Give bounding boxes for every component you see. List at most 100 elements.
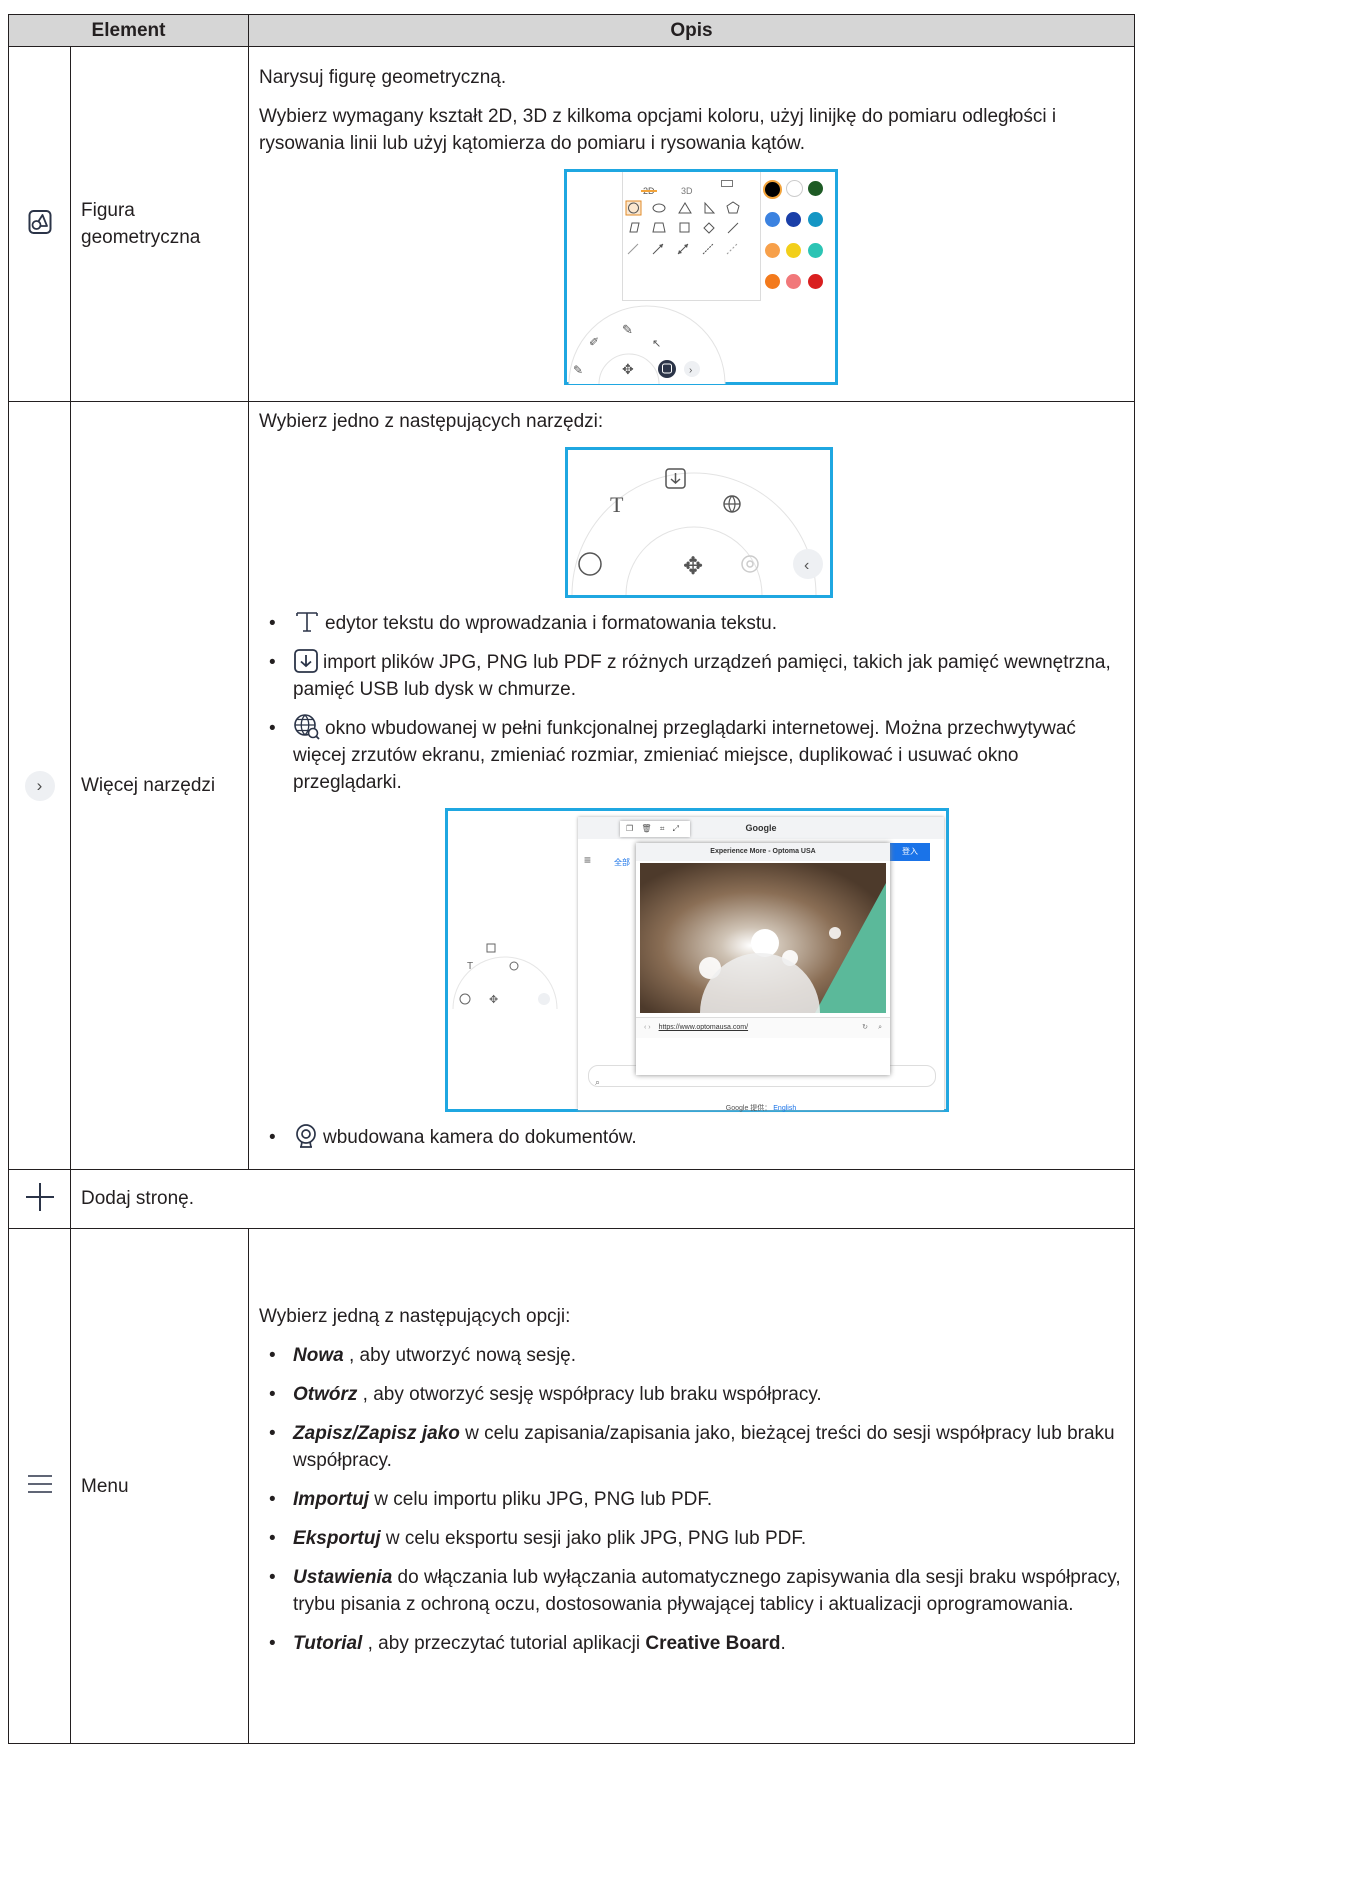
option-term: Zapisz/Zapisz jako — [293, 1423, 460, 1444]
color-swatch[interactable] — [808, 242, 824, 258]
import-tool-item: import plików JPG, PNG lub PDF z różnych… — [259, 649, 1124, 703]
menu-option: Importuj w celu importu pliku JPG, PNG l… — [259, 1486, 1124, 1513]
camera-list: wbudowana kamera do dokumentów. — [259, 1124, 1124, 1151]
inner-browser-window: Experience More - Optoma USA ‹ › https:/… — [636, 843, 891, 1075]
menu-option: Otwórz , aby otworzyć sesję współpracy l… — [259, 1381, 1124, 1408]
ruler-tab-icon[interactable] — [721, 179, 734, 187]
color-swatch[interactable] — [765, 242, 781, 258]
figura-line1: Narysuj figurę geometryczną. — [259, 66, 507, 88]
color-swatch[interactable] — [765, 273, 781, 289]
browser-small-toolbar: T ✥ — [452, 943, 558, 1009]
duplicate-icon[interactable]: ❐ — [626, 824, 633, 833]
delete-icon[interactable]: 🗑 — [641, 824, 651, 833]
browser-tool-desc: okno wbudowanej w pełni funkcjonalnej pr… — [293, 718, 1076, 793]
option-term: Otwórz — [293, 1384, 358, 1405]
color-swatch[interactable] — [786, 179, 804, 197]
mini-toolbar: ✎ ✐ ↖ ✎ ✥ › — [568, 305, 726, 384]
url-text: https://www.optomausa.com/ — [658, 1024, 749, 1031]
shape-tool-icon — [28, 209, 51, 234]
login-button[interactable]: 登入 — [890, 843, 931, 861]
option-term: Importuj — [293, 1489, 370, 1510]
document-camera-icon — [296, 1124, 316, 1148]
figura-name: Figura geometryczna — [69, 46, 250, 402]
svg-text:✥: ✥ — [683, 553, 703, 580]
row-figura: Figura geometryczna Narysuj figurę geome… — [8, 46, 1136, 402]
app-name: Creative Board — [645, 1633, 781, 1654]
inner-page-title: Experience More - Optoma USA — [636, 843, 891, 861]
option-desc: , aby otworzyć sesję współpracy lub brak… — [357, 1384, 822, 1405]
plus-icon — [25, 1182, 54, 1211]
search-icon: ⌕ — [595, 1077, 601, 1087]
camera-tool-desc: wbudowana kamera do dokumentów. — [323, 1127, 637, 1148]
menu-option: Nowa , aby utworzyć nową sesję. — [259, 1342, 1124, 1369]
svg-text:‹: ‹ — [804, 557, 809, 574]
option-desc: , aby utworzyć nową sesję. — [343, 1345, 577, 1366]
color-swatch[interactable] — [786, 211, 802, 227]
browser-screenshot: T ✥ Google ≡ 全部 圖片 ⠿ 登入 — [445, 808, 950, 1112]
back-icon[interactable]: ‹ › — [644, 1024, 651, 1031]
import-icon — [294, 649, 318, 673]
resize-icon[interactable]: ⤢ — [673, 824, 679, 833]
svg-text:›: › — [689, 365, 692, 376]
menu-desc: Wybierz jedną z następujących opcji: Now… — [248, 1228, 1136, 1744]
camera-tool-item: wbudowana kamera do dokumentów. — [259, 1124, 1124, 1151]
crop-icon[interactable]: ⌗ — [660, 824, 665, 833]
color-swatch[interactable] — [763, 179, 783, 199]
shape-panel-screenshot: 2D 3D — [564, 168, 839, 385]
address-bar[interactable]: ‹ › https://www.optomausa.com/ ↻ ⌕ — [636, 1017, 891, 1038]
more-toolbar: T ✥ ‹ — [571, 468, 824, 596]
more-desc: Wybierz jedno z następujących narzędzi: … — [248, 401, 1136, 1170]
add-page-label: Dodaj stronę. — [69, 1169, 1136, 1229]
more-tools-screenshot: T ✥ ‹ — [565, 447, 834, 598]
option-term: Tutorial — [293, 1633, 363, 1654]
svg-text:✎: ✎ — [622, 322, 633, 337]
menu-option: Ustawienia do włączania lub wyłączania a… — [259, 1564, 1124, 1618]
svg-text:✐: ✐ — [589, 335, 599, 349]
option-desc: w celu importu pliku JPG, PNG lub PDF. — [369, 1489, 713, 1510]
color-swatch[interactable] — [808, 180, 824, 196]
option-desc: , aby przeczytać tutorial aplikacji — [362, 1633, 646, 1654]
inner-browser-toolbar: ❐ 🗑 ⌗ ⤢ — [620, 821, 691, 837]
text-tool-desc: edytor tekstu do wprowadzania i formatow… — [325, 613, 778, 634]
figura-desc: Narysuj figurę geometryczną. Wybierz wym… — [248, 46, 1136, 402]
option-term: Eksportuj — [293, 1528, 381, 1549]
menu-option: Eksportuj w celu eksportu sesji jako pli… — [259, 1525, 1124, 1552]
more-name: Więcej narzędzi — [69, 401, 250, 1170]
svg-text:T: T — [610, 492, 624, 517]
figura-line2: Wybierz wymagany kształt 2D, 3D z kilkom… — [259, 105, 1057, 154]
svg-text:T: T — [467, 961, 473, 972]
header-element: Element — [7, 14, 250, 47]
svg-text:✥: ✥ — [489, 994, 498, 1006]
hamburger-icon[interactable]: ≡ — [584, 847, 591, 874]
google-footer: Google 提供： English — [578, 1095, 944, 1122]
feature-table: Element Opis Figura geometryczna Narysuj… — [7, 14, 1136, 1744]
svg-text:✥: ✥ — [622, 361, 634, 377]
browser-globe-icon — [294, 714, 320, 740]
text-tool-item: edytor tekstu do wprowadzania i formatow… — [259, 610, 1124, 637]
tab-all[interactable]: 全部 — [614, 849, 630, 876]
import-tool-desc: import plików JPG, PNG lub PDF z różnych… — [293, 652, 1111, 700]
color-swatch[interactable] — [808, 211, 824, 227]
menu-option: Zapisz/Zapisz jako w celu zapisania/zapi… — [259, 1420, 1124, 1474]
svg-text:✎: ✎ — [573, 363, 583, 377]
menu-options: Nowa , aby utworzyć nową sesję. Otwórz ,… — [259, 1342, 1124, 1657]
color-swatch[interactable] — [786, 273, 802, 289]
figura-icon-cell — [8, 46, 71, 402]
color-swatch[interactable] — [808, 273, 824, 289]
footer-english-link[interactable]: English — [773, 1105, 796, 1112]
header-opis: Opis — [248, 14, 1136, 47]
menu-intro: Wybierz jedną z następujących opcji: — [259, 1306, 571, 1327]
more-tool-list: edytor tekstu do wprowadzania i formatow… — [259, 610, 1124, 796]
option-desc: w celu eksportu sesji jako plik JPG, PNG… — [380, 1528, 807, 1549]
menu-option-tutorial: Tutorial , aby przeczytać tutorial aplik… — [259, 1630, 1124, 1657]
add-icon-cell — [8, 1169, 71, 1229]
browser-tool-item: okno wbudowanej w pełni funkcjonalnej pr… — [259, 714, 1124, 796]
color-swatch[interactable] — [786, 242, 802, 258]
chevron-right-icon: › — [24, 770, 55, 801]
option-term: Ustawienia — [293, 1567, 393, 1588]
reload-icon[interactable]: ↻ — [862, 1018, 868, 1038]
svg-text:↖: ↖ — [652, 338, 661, 350]
more-intro: Wybierz jedno z następujących narzędzi: — [259, 411, 604, 432]
zoom-icon[interactable]: ⌕ — [878, 1018, 882, 1038]
color-swatch[interactable] — [765, 211, 781, 227]
